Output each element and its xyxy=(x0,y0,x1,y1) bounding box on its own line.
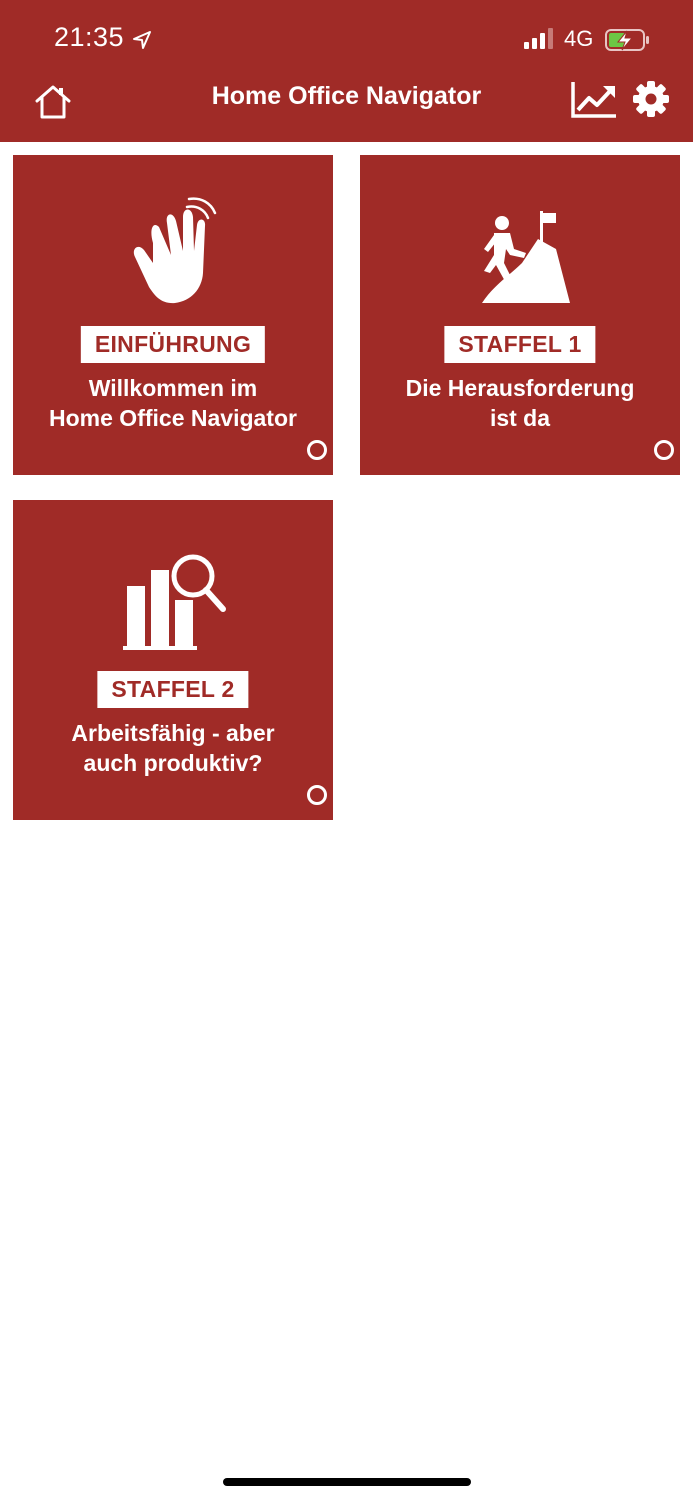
tile-title: Arbeitsfähig - aber auch produktiv? xyxy=(23,718,323,778)
tile-title-line: Die Herausforderung xyxy=(405,375,635,401)
waving-hand-icon xyxy=(133,197,217,304)
location-arrow-icon xyxy=(133,31,151,49)
bar-chart-search-icon xyxy=(123,554,226,650)
mountain-climber-icon xyxy=(482,211,570,303)
tile-title-line: ist da xyxy=(489,405,551,431)
tile-staffel-1[interactable]: STAFFEL 1 Die Herausforderung ist da xyxy=(360,155,680,475)
trend-chart-icon[interactable] xyxy=(570,80,618,120)
home-indicator[interactable] xyxy=(223,1478,471,1486)
network-type: 4G xyxy=(564,26,594,51)
tile-title: Willkommen im Home Office Navigator xyxy=(23,373,323,433)
app-header: 21:35 4G Home Office Navigator xyxy=(0,0,693,142)
signal-bars-icon xyxy=(524,28,553,49)
progress-circle-icon xyxy=(654,440,674,460)
tile-title-line: Willkommen im xyxy=(88,375,258,401)
tile-title: Die Herausforderung ist da xyxy=(370,373,670,433)
tile-badge: STAFFEL 2 xyxy=(97,671,249,708)
gear-icon[interactable] xyxy=(632,80,670,118)
progress-circle-icon xyxy=(307,440,327,460)
progress-circle-icon xyxy=(307,785,327,805)
status-time: 21:35 xyxy=(54,22,125,52)
battery-charging-icon xyxy=(605,29,649,51)
tile-badge: STAFFEL 1 xyxy=(444,326,596,363)
tile-title-line: auch produktiv? xyxy=(83,750,263,776)
tile-title-line: Arbeitsfähig - aber xyxy=(71,720,275,746)
tile-badge: EINFÜHRUNG xyxy=(80,326,266,363)
tile-title-line: Home Office Navigator xyxy=(49,405,297,431)
tile-einfuehrung[interactable]: EINFÜHRUNG Willkommen im Home Office Nav… xyxy=(13,155,333,475)
tile-staffel-2[interactable]: STAFFEL 2 Arbeitsfähig - aber auch produ… xyxy=(13,500,333,820)
